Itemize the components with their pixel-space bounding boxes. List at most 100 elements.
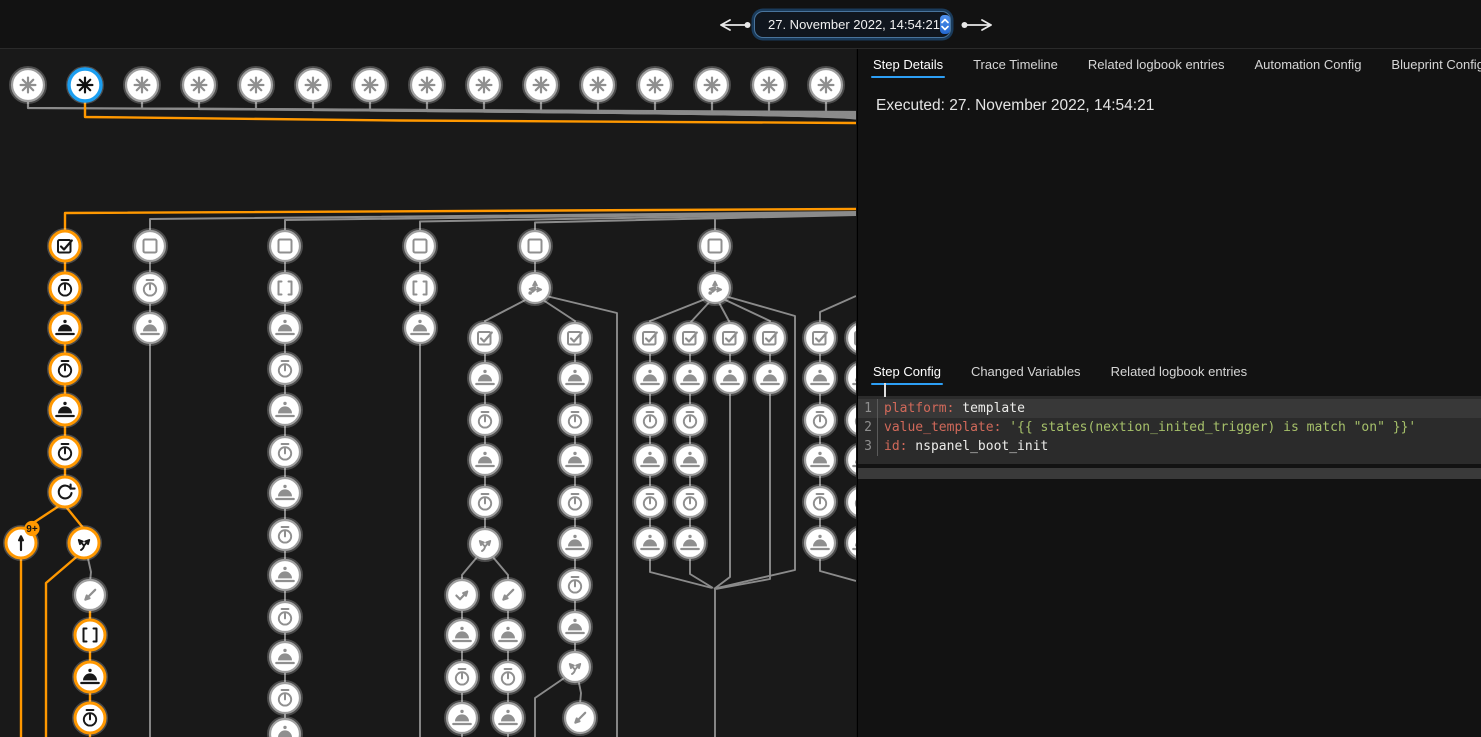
trace-node-dome[interactable]: [268, 558, 302, 592]
trace-node-timer[interactable]: [468, 403, 502, 437]
trace-node-dome[interactable]: [268, 717, 302, 737]
trace-node-dome[interactable]: [403, 311, 437, 345]
trace-node-timer[interactable]: [558, 403, 592, 437]
trace-node-asterisk[interactable]: [580, 67, 616, 103]
trace-node-timer[interactable]: [268, 518, 302, 552]
trace-node-dome[interactable]: [845, 443, 856, 477]
trace-node-asterisk[interactable]: [10, 67, 46, 103]
trace-node-dome[interactable]: [268, 476, 302, 510]
next-trace-button[interactable]: [958, 16, 996, 37]
code-line-3[interactable]: 3id: nspanel_boot_init: [858, 437, 1481, 456]
trace-node-square[interactable]: [698, 229, 732, 263]
trace-node-asterisk[interactable]: [124, 67, 160, 103]
trace-node-asterisk[interactable]: [808, 67, 844, 103]
trace-node-dome[interactable]: [803, 361, 837, 395]
trace-node-arrow-bottom-left[interactable]: [563, 701, 597, 735]
trace-node-timer[interactable]: [633, 403, 667, 437]
trace-node-square[interactable]: [518, 229, 552, 263]
trace-node-timer[interactable]: [633, 485, 667, 519]
trace-node-timer[interactable]: [268, 352, 302, 386]
code-line-2[interactable]: 2value_template: '{{ states(nextion_init…: [858, 418, 1481, 437]
trace-node-dome[interactable]: [133, 311, 167, 345]
trace-node-dome[interactable]: [468, 443, 502, 477]
tab-automation-config[interactable]: Automation Config: [1239, 49, 1376, 80]
trace-node-dome[interactable]: [445, 701, 479, 735]
trace-node-dome[interactable]: [803, 443, 837, 477]
trace-node-timer[interactable]: [268, 600, 302, 634]
trace-node-dome[interactable]: [803, 526, 837, 560]
trace-node-dome[interactable]: [268, 393, 302, 427]
trace-node-asterisk[interactable]: [352, 67, 388, 103]
tab-related-logbook-entries[interactable]: Related logbook entries: [1073, 49, 1240, 80]
trace-node-dome[interactable]: [445, 618, 479, 652]
trace-node-timer[interactable]: [268, 681, 302, 715]
trace-node-call-split[interactable]: [67, 526, 101, 560]
trace-node-checkbox-marked[interactable]: [558, 321, 592, 355]
trace-node-asterisk[interactable]: [295, 67, 331, 103]
trace-node-dome[interactable]: [558, 361, 592, 395]
trace-node-checkbox-marked[interactable]: [803, 321, 837, 355]
trace-node-dome[interactable]: [268, 311, 302, 345]
tab-step-details[interactable]: Step Details: [858, 49, 958, 80]
trace-node-dome[interactable]: [753, 361, 787, 395]
trace-node-dome[interactable]: [845, 526, 856, 560]
trace-node-dome[interactable]: [558, 443, 592, 477]
trace-node-brackets[interactable]: [403, 271, 437, 305]
trace-node-timer[interactable]: [133, 271, 167, 305]
trace-node-timer[interactable]: [48, 271, 82, 305]
trace-node-choose[interactable]: [518, 271, 552, 305]
trace-node-refresh[interactable]: [48, 475, 82, 509]
trace-node-asterisk[interactable]: [67, 67, 103, 103]
trace-node-dome[interactable]: [48, 393, 82, 427]
trace-node-timer[interactable]: [845, 485, 856, 519]
trace-node-arrow-bottom-left[interactable]: [491, 578, 525, 612]
trace-node-dome[interactable]: [673, 526, 707, 560]
editor-scrollbar[interactable]: [858, 468, 1481, 479]
trace-node-dome[interactable]: [558, 526, 592, 560]
trace-node-checkbox-marked[interactable]: [713, 321, 747, 355]
trace-node-brackets[interactable]: [73, 618, 107, 652]
trace-node-asterisk[interactable]: [466, 67, 502, 103]
trace-node-dome[interactable]: [633, 443, 667, 477]
trace-node-timer[interactable]: [673, 485, 707, 519]
tab-blueprint-config[interactable]: Blueprint Config: [1376, 49, 1481, 80]
tab-step-config[interactable]: Step Config: [858, 356, 956, 387]
trace-node-dome[interactable]: [491, 701, 525, 735]
yaml-editor[interactable]: 1platform: template2value_template: '{{ …: [858, 396, 1481, 464]
trace-node-asterisk[interactable]: [523, 67, 559, 103]
trace-node-asterisk[interactable]: [751, 67, 787, 103]
trace-node-asterisk[interactable]: [637, 67, 673, 103]
trace-node-dome[interactable]: [633, 526, 667, 560]
trace-node-arrow-up[interactable]: 9+: [4, 521, 40, 560]
trace-node-dome[interactable]: [491, 618, 525, 652]
trace-node-timer[interactable]: [673, 403, 707, 437]
trace-node-dome[interactable]: [468, 361, 502, 395]
code-line-1[interactable]: 1platform: template: [858, 399, 1481, 418]
tab-related-logbook-entries[interactable]: Related logbook entries: [1096, 356, 1263, 387]
trace-node-timer[interactable]: [845, 403, 856, 437]
tab-trace-timeline[interactable]: Trace Timeline: [958, 49, 1073, 80]
trace-node-choose[interactable]: [698, 271, 732, 305]
trace-node-checkbox-marked[interactable]: [468, 321, 502, 355]
trace-node-checkbox-marked[interactable]: [48, 229, 82, 263]
previous-trace-button[interactable]: [716, 16, 754, 37]
trace-node-call-split[interactable]: [468, 527, 502, 561]
trace-node-asterisk[interactable]: [238, 67, 274, 103]
trace-node-square[interactable]: [133, 229, 167, 263]
trace-node-dome[interactable]: [268, 640, 302, 674]
trace-node-timer[interactable]: [558, 485, 592, 519]
trace-node-timer[interactable]: [491, 660, 525, 694]
trace-node-arrow-bottom-left[interactable]: [73, 578, 107, 612]
trace-node-dome[interactable]: [558, 610, 592, 644]
trace-node-timer[interactable]: [468, 485, 502, 519]
trace-node-square[interactable]: [403, 229, 437, 263]
trace-node-dome[interactable]: [845, 361, 856, 395]
trace-node-dome[interactable]: [673, 443, 707, 477]
trace-run-select[interactable]: 27. November 2022, 14:54:21: [754, 11, 951, 38]
trace-node-dome[interactable]: [673, 361, 707, 395]
trace-node-dome[interactable]: [713, 361, 747, 395]
trace-node-brackets[interactable]: [268, 271, 302, 305]
trace-node-asterisk[interactable]: [409, 67, 445, 103]
tab-changed-variables[interactable]: Changed Variables: [956, 356, 1096, 387]
trace-node-timer[interactable]: [268, 435, 302, 469]
